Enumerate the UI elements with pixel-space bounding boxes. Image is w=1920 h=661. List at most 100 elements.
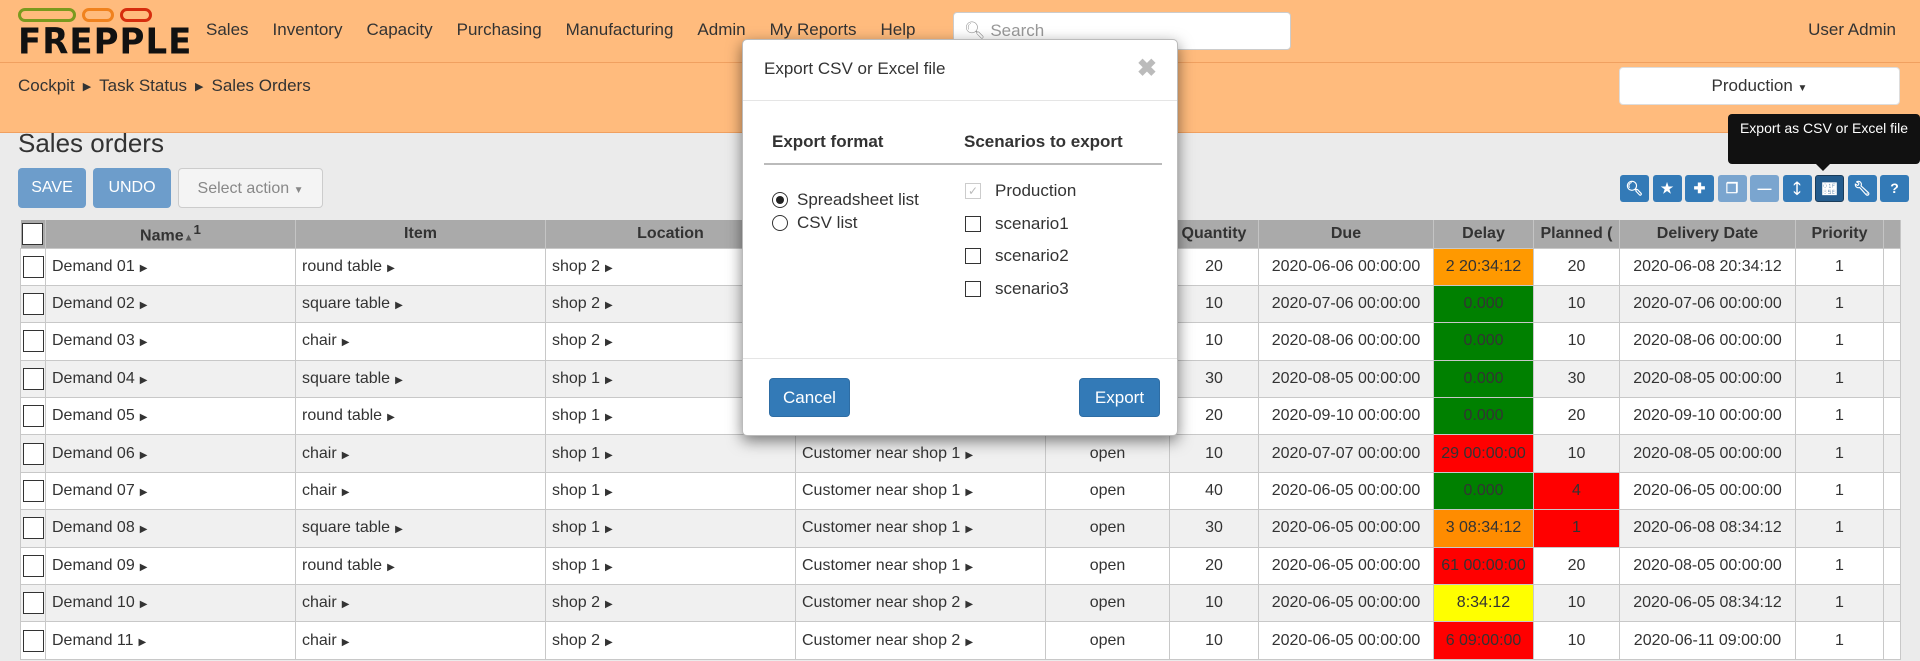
name-cell[interactable]: Demand 02 ▶ (45, 284, 296, 324)
row-select-cell[interactable] (20, 509, 46, 548)
caret-right-icon[interactable]: ▶ (395, 300, 403, 311)
cancel-button[interactable]: Cancel (769, 378, 850, 417)
row-checkbox[interactable] (23, 330, 44, 353)
select-all-checkbox[interactable] (22, 222, 44, 245)
undo-button[interactable]: UNDO (93, 168, 171, 208)
table-row[interactable]: Demand 10 ▶ chair ▶ shop 2 ▶ Customer near sho… (20, 584, 1901, 623)
table-row[interactable]: Demand 11 ▶ chair ▶ shop 2 ▶ Customer near sho… (20, 621, 1901, 660)
format-csv-radio[interactable]: CSV list (772, 213, 857, 233)
row-select-cell[interactable] (20, 322, 46, 361)
nav-capacity[interactable]: Capacity (366, 20, 432, 40)
caret-right-icon[interactable]: ▶ (139, 637, 147, 648)
caret-right-icon[interactable]: ▶ (605, 599, 613, 610)
nav-my-reports[interactable]: My Reports (770, 20, 857, 40)
column-header[interactable]: Priority (1795, 220, 1884, 248)
customer-cell[interactable]: Customer near shop 2 ▶ (795, 584, 1046, 623)
copy-icon[interactable]: ❐ (1717, 175, 1747, 202)
column-header[interactable]: Planned ( (1533, 220, 1620, 248)
caret-right-icon[interactable]: ▶ (605, 637, 613, 648)
checkbox[interactable] (965, 248, 981, 264)
caret-right-icon[interactable]: ▶ (140, 375, 148, 386)
save-button[interactable]: SAVE (18, 168, 86, 208)
name-cell[interactable]: Demand 01 ▶ (45, 247, 296, 286)
row-select-cell[interactable] (20, 621, 46, 660)
caret-right-icon[interactable]: ▶ (140, 450, 148, 461)
caret-right-icon[interactable]: ▶ (965, 599, 973, 610)
row-checkbox[interactable] (23, 255, 44, 278)
caret-right-icon[interactable]: ▶ (342, 450, 350, 461)
sort-icon[interactable]: ▲ (184, 232, 194, 243)
caret-right-icon[interactable]: ▶ (605, 487, 613, 498)
caret-right-icon[interactable]: ▶ (387, 412, 395, 423)
radio-checked[interactable] (772, 192, 788, 208)
caret-right-icon[interactable]: ▶ (605, 300, 613, 311)
caret-right-icon[interactable]: ▶ (605, 337, 613, 348)
nav-sales[interactable]: Sales (206, 20, 249, 40)
row-checkbox[interactable] (23, 592, 44, 615)
row-checkbox[interactable] (23, 405, 44, 428)
scenario1-checkbox[interactable]: scenario1 (965, 214, 1069, 234)
select-action-dropdown[interactable]: Select action ▼ (178, 168, 323, 208)
select-all-header[interactable] (20, 220, 46, 248)
customer-cell[interactable]: Customer near shop 1 ▶ (795, 471, 1046, 511)
row-checkbox[interactable] (23, 293, 44, 316)
frepple-logo[interactable]: FREPPLE (18, 6, 191, 63)
nav-inventory[interactable]: Inventory (273, 20, 343, 40)
item-cell[interactable]: round table ▶ (295, 546, 546, 586)
caret-right-icon[interactable]: ▶ (140, 487, 148, 498)
location-cell[interactable]: shop 2 ▶ (545, 621, 796, 660)
caret-right-icon[interactable]: ▶ (395, 375, 403, 386)
star-icon[interactable]: ★ (1652, 175, 1682, 202)
caret-right-icon[interactable]: ▶ (605, 375, 613, 386)
plus-icon[interactable]: ✚ (1685, 175, 1714, 202)
scenario2-checkbox[interactable]: scenario2 (965, 246, 1069, 266)
name-cell[interactable]: Demand 09 ▶ (45, 546, 296, 586)
question-icon[interactable]: ? (1880, 175, 1909, 202)
customer-cell[interactable]: Customer near shop 1 ▶ (795, 434, 1046, 473)
scenario3-checkbox[interactable]: scenario3 (965, 279, 1069, 299)
column-header[interactable]: Item (295, 220, 546, 248)
nav-manufacturing[interactable]: Manufacturing (566, 20, 674, 40)
caret-right-icon[interactable]: ▶ (605, 562, 613, 573)
customer-cell[interactable]: Customer near shop 1 ▶ (795, 546, 1046, 586)
name-cell[interactable]: Demand 08 ▶ (45, 509, 296, 548)
item-cell[interactable]: chair ▶ (295, 584, 546, 623)
nav-admin[interactable]: Admin (697, 20, 745, 40)
row-select-cell[interactable] (20, 471, 46, 511)
name-cell[interactable]: Demand 11 ▶ (45, 621, 296, 660)
row-select-cell[interactable] (20, 284, 46, 324)
row-checkbox[interactable] (23, 442, 44, 465)
row-checkbox[interactable] (23, 367, 44, 390)
row-checkbox[interactable] (23, 517, 44, 540)
row-select-cell[interactable] (20, 397, 46, 436)
item-cell[interactable]: chair ▶ (295, 434, 546, 473)
breadcrumb-task-status[interactable]: Task Status (99, 76, 187, 96)
export-button[interactable]: Export (1079, 378, 1160, 417)
item-cell[interactable]: square table ▶ (295, 284, 546, 324)
table-row[interactable]: Demand 09 ▶ round table ▶ shop 1 ▶ Customer ne… (20, 546, 1901, 586)
caret-right-icon[interactable]: ▶ (140, 412, 148, 423)
caret-right-icon[interactable]: ▶ (140, 599, 148, 610)
caret-right-icon[interactable]: ▶ (140, 300, 148, 311)
item-cell[interactable]: square table ▶ (295, 359, 546, 399)
location-cell[interactable]: shop 1 ▶ (545, 434, 796, 473)
column-header[interactable]: Name▲1 (45, 220, 296, 248)
wrench-icon[interactable]: 🔧︎ (1847, 175, 1877, 202)
caret-right-icon[interactable]: ▶ (387, 562, 395, 573)
caret-right-icon[interactable]: ▶ (605, 450, 613, 461)
column-header[interactable]: Delay (1433, 220, 1534, 248)
caret-right-icon[interactable]: ▶ (965, 487, 973, 498)
row-checkbox[interactable] (23, 629, 44, 652)
name-cell[interactable]: Demand 06 ▶ (45, 434, 296, 473)
name-cell[interactable]: Demand 07 ▶ (45, 471, 296, 511)
caret-right-icon[interactable]: ▶ (605, 412, 613, 423)
caret-right-icon[interactable]: ▶ (140, 337, 148, 348)
user-menu[interactable]: User Admin (1808, 20, 1896, 40)
name-cell[interactable]: Demand 05 ▶ (45, 397, 296, 436)
caret-right-icon[interactable]: ▶ (395, 524, 403, 535)
row-select-cell[interactable] (20, 434, 46, 473)
format-spreadsheet-radio[interactable]: Spreadsheet list (772, 190, 919, 210)
item-cell[interactable]: square table ▶ (295, 509, 546, 548)
caret-right-icon[interactable]: ▶ (965, 524, 973, 535)
row-select-cell[interactable] (20, 546, 46, 586)
